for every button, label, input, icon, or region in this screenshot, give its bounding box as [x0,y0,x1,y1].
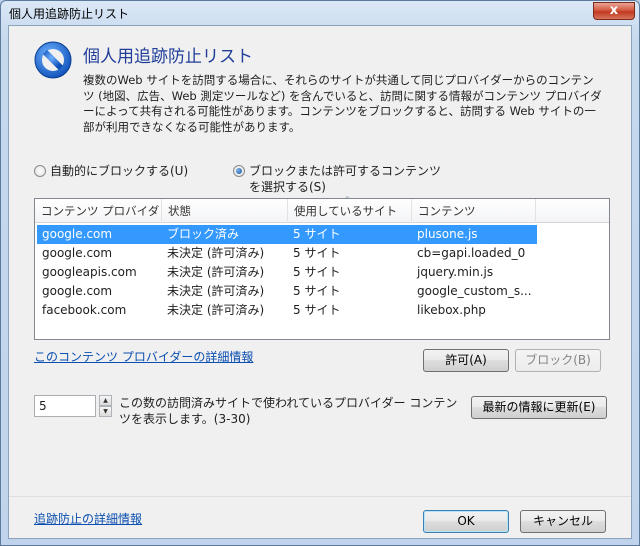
cell-sites: 5 サイト [293,227,341,241]
cell-status: 未決定 (許可済み) [167,303,265,317]
cell-status: ブロック済み [167,227,240,241]
cell-sites: 5 サイト [293,246,341,260]
choose-content-label-line1: ブロックまたは許可するコンテンツ [249,164,442,178]
cell-status: 未決定 (許可済み) [167,246,265,260]
dialog-heading: 個人用追跡防止リスト [83,47,253,67]
site-count-spinner: ▲ ▼ [99,395,112,417]
cell-content: plusone.js [417,227,478,241]
tracking-protection-help-link[interactable]: 追跡防止の詳細情報 [34,510,142,527]
cell-provider: google.com [42,227,113,241]
spin-up-icon[interactable]: ▲ [99,395,112,406]
cell-content: likebox.php [417,303,486,317]
content-provider-list[interactable]: コンテンツ プロバイダー 状態 ^ 使用しているサイト コンテンツ google… [34,195,610,340]
prohibited-icon [34,41,72,79]
cancel-button[interactable]: キャンセル [520,510,606,533]
cell-status: 未決定 (許可済み) [167,265,265,279]
block-button[interactable]: ブロック(B) [515,349,601,372]
spin-down-icon[interactable]: ▼ [99,406,112,417]
cell-status: 未決定 (許可済み) [167,284,265,298]
ok-button[interactable]: OK [423,510,509,533]
allow-button[interactable]: 許可(A) [423,349,509,372]
choose-content-option[interactable]: ブロックまたは許可するコンテンツ を選択する(S) [233,163,441,195]
auto-block-radio[interactable] [34,165,46,177]
table-row[interactable]: facebook.com 未決定 (許可済み) 5 サイト likebox.ph… [37,301,537,320]
column-header-status[interactable]: 状態 [162,199,288,223]
list-header: コンテンツ プロバイダー 状態 ^ 使用しているサイト コンテンツ [35,195,609,242]
site-count-input[interactable]: 5 [34,395,96,417]
cell-content: google_custom_s... [417,284,532,298]
auto-block-option[interactable]: 自動的にブロックする(U) [34,163,188,179]
cell-sites: 5 サイト [293,265,341,279]
choose-content-radio[interactable] [233,165,245,177]
dialog-description: 複数のWeb サイトを訪問する場合に、それらのサイトが共通して同じプロバイダーか… [83,73,602,134]
column-header-content[interactable]: コンテンツ [412,199,536,223]
cell-content: cb=gapi.loaded_0 [417,246,526,260]
column-header-provider[interactable]: コンテンツ プロバイダー [35,199,162,242]
dialog-content: 個人用追跡防止リスト 複数のWeb サイトを訪問する場合に、それらのサイトが共通… [8,25,632,539]
provider-info-link[interactable]: このコンテンツ プロバイダーの詳細情報 [34,348,253,365]
table-row[interactable]: google.com 未決定 (許可済み) 5 サイト google_custo… [37,282,537,301]
cell-sites: 5 サイト [293,303,341,317]
dialog-footer: 追跡防止の詳細情報 OK キャンセル [9,496,631,538]
cell-provider: googleapis.com [42,265,137,279]
title-bar[interactable]: 個人用追跡防止リスト x [1,1,639,25]
table-row[interactable]: google.com ブロック済み 5 サイト plusone.js [37,225,537,244]
cell-sites: 5 サイト [293,284,341,298]
site-count-description: この数の訪問済みサイトで使われているプロバイダー コンテンツを表示します。(3-… [119,396,458,426]
choose-content-label: ブロックまたは許可するコンテンツ を選択する(S) [249,163,441,195]
sort-ascending-icon: ^ [344,195,351,204]
dialog-window: 個人用追跡防止リスト x 個人用追跡防止リスト 複数のWeb サイトを訪問する場… [0,0,640,546]
cell-provider: google.com [42,246,113,260]
window-title: 個人用追跡防止リスト [9,7,130,21]
column-header-sites-label: 使用しているサイト [294,204,398,218]
table-row[interactable]: google.com 未決定 (許可済み) 5 サイト cb=gapi.load… [37,244,537,263]
close-button[interactable]: x [593,2,635,20]
cell-provider: google.com [42,284,113,298]
column-header-sites[interactable]: ^ 使用しているサイト [288,195,412,223]
auto-block-label: 自動的にブロックする(U) [50,164,189,178]
cell-content: jquery.min.js [417,265,494,279]
refresh-button[interactable]: 最新の情報に更新(E) [471,396,607,419]
table-row[interactable]: googleapis.com 未決定 (許可済み) 5 サイト jquery.m… [37,263,537,282]
cell-provider: facebook.com [42,303,127,317]
choose-content-label-line2: を選択する(S) [249,180,326,194]
